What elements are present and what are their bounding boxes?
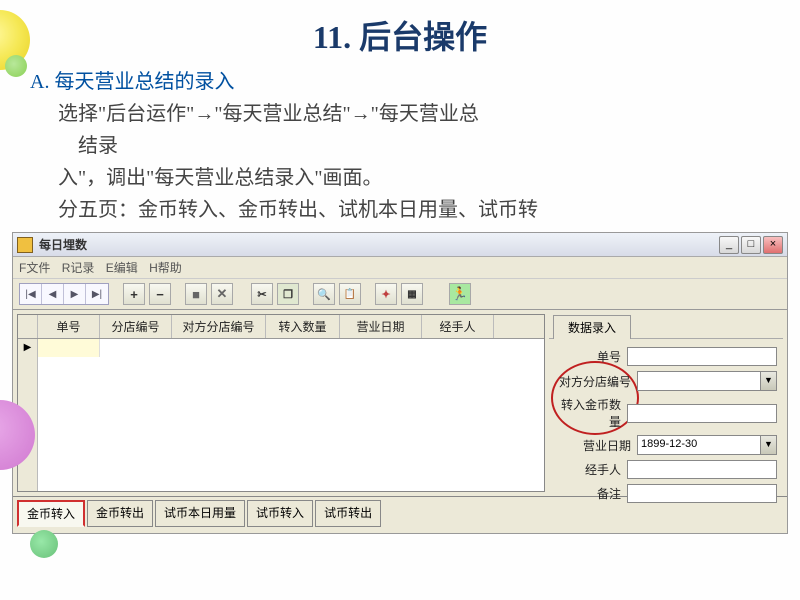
instruction-line: 分五页：金币转入、金币转出、试机本日用量、试币转 [30,194,770,226]
menu-file[interactable]: F文件 [19,261,50,275]
data-grid[interactable]: 单号 分店编号 对方分店编号 转入数量 营业日期 经手人 ▶ [17,314,545,492]
maximize-button[interactable]: □ [741,236,761,254]
label-remark: 备注 [553,485,627,502]
decorative-bubble [5,55,27,77]
menu-help[interactable]: H帮助 [149,261,182,275]
menu-edit[interactable]: E编辑 [106,261,138,275]
label-doc-no: 单号 [553,348,627,365]
window-title: 每日埋数 [39,236,719,253]
grid-header[interactable]: 转入数量 [266,315,340,338]
doc-no-input[interactable] [627,347,777,366]
copy-icon[interactable] [277,283,299,305]
tab-data-entry[interactable]: 数据录入 [553,315,631,339]
toolbar-button[interactable]: ▦ [401,283,423,305]
section-a-heading: A. 每天营业总结的录入 [30,66,770,98]
grid-header[interactable]: 经手人 [422,315,494,338]
chevron-down-icon[interactable]: ▼ [760,436,776,454]
window-titlebar[interactable]: 每日埋数 _ □ × [13,233,787,257]
instruction-line: 入"，调出"每天营业总结录入"画面。 [30,162,770,194]
nav-first-icon[interactable]: |◀ [20,284,42,304]
run-icon[interactable] [449,283,471,305]
tab-test-in[interactable]: 试币转入 [247,500,313,527]
tab-test-out[interactable]: 试币转出 [315,500,381,527]
amount-input[interactable] [627,404,777,423]
toolbar-button[interactable]: ✦ [375,283,397,305]
date-select[interactable]: 1899-12-30▼ [637,435,777,455]
branch-select[interactable]: ▼ [637,371,777,391]
remark-input[interactable] [627,484,777,503]
label-date: 营业日期 [553,437,637,454]
close-button[interactable]: × [763,236,783,254]
decorative-bubble [30,530,58,558]
instructions-block: A. 每天营业总结的录入 选择"后台运作"→"每天营业总结"→"每天营业总 结录… [0,58,800,230]
tab-test-usage[interactable]: 试币本日用量 [155,500,245,527]
chevron-down-icon[interactable]: ▼ [760,372,776,390]
stop-button[interactable] [185,283,207,305]
cut-icon[interactable] [251,283,273,305]
grid-header[interactable]: 营业日期 [340,315,422,338]
handler-input[interactable] [627,460,777,479]
minimize-button[interactable]: _ [719,236,739,254]
app-window: 每日埋数 _ □ × F文件 R记录 E编辑 H帮助 |◀ ◀ ▶ ▶| 📋 [12,232,788,534]
grid-cell[interactable] [38,339,100,357]
add-button[interactable] [123,283,145,305]
grid-header[interactable]: 分店编号 [100,315,172,338]
tab-coin-in[interactable]: 金币转入 [17,500,85,527]
nav-prev-icon[interactable]: ◀ [42,284,64,304]
side-panel: 数据录入 单号 对方分店编号 ▼ 转入金币数量 营业日期 1899-12-30 [549,314,783,492]
label-branch: 对方分店编号 [553,373,637,390]
search-icon[interactable] [313,283,335,305]
menu-record[interactable]: R记录 [62,261,95,275]
nav-last-icon[interactable]: ▶| [86,284,108,304]
remove-button[interactable] [149,283,171,305]
grid-header[interactable]: 对方分店编号 [172,315,266,338]
tab-coin-out[interactable]: 金币转出 [87,500,153,527]
label-handler: 经手人 [553,461,627,478]
label-amount: 转入金币数量 [553,396,627,430]
nav-group: |◀ ◀ ▶ ▶| [19,283,109,305]
toolbar: |◀ ◀ ▶ ▶| 📋 ✦ ▦ [13,279,787,310]
grid-header[interactable] [18,315,38,338]
toolbar-button[interactable]: 📋 [339,283,361,305]
cancel-button[interactable] [211,283,233,305]
instruction-line: 选择"后台运作"→"每天营业总结"→"每天营业总 [30,98,770,130]
menu-bar: F文件 R记录 E编辑 H帮助 [13,257,787,279]
page-title: 11. 后台操作 [0,0,800,58]
grid-header[interactable]: 单号 [38,315,100,338]
instruction-line: 结录 [30,130,770,162]
app-icon [17,237,33,253]
nav-next-icon[interactable]: ▶ [64,284,86,304]
